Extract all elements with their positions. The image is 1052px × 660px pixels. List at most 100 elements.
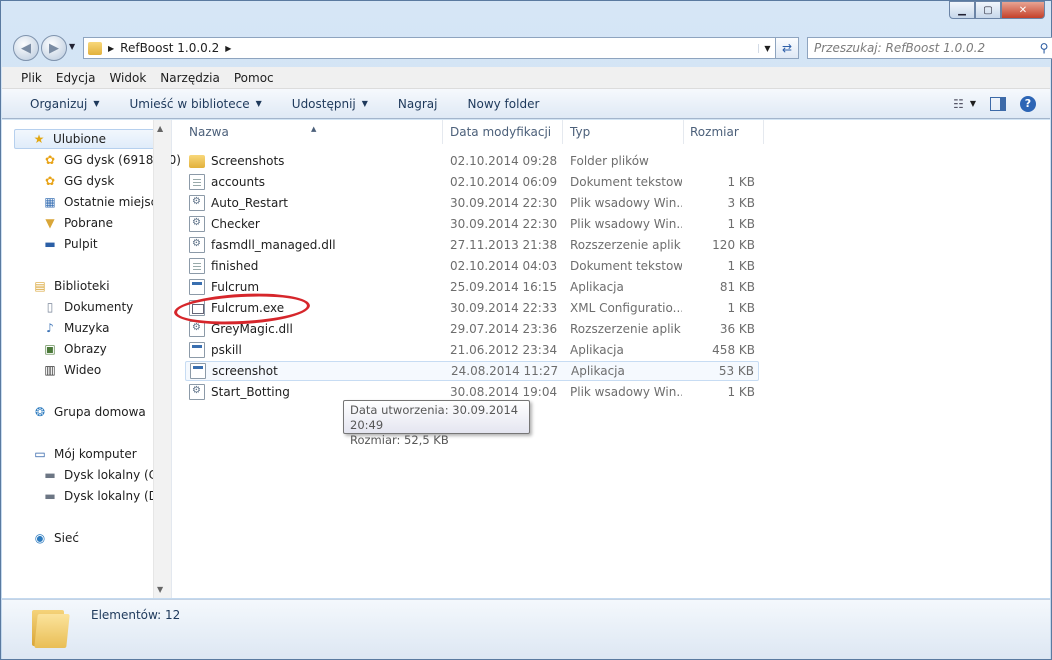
nav-music[interactable]: ♪ Muzyka	[42, 318, 109, 338]
share-label: Udostępnij	[291, 96, 356, 111]
file-type: Rozszerzenie aplik...	[570, 322, 682, 336]
nav-desktop[interactable]: ▬ Pulpit	[42, 234, 97, 254]
homegroup-icon: ❂	[34, 405, 46, 419]
nav-downloads[interactable]: ▼ Pobrane	[42, 213, 113, 233]
batch-file-icon	[189, 195, 205, 211]
file-size: 1 KB	[727, 217, 755, 231]
search-icon[interactable]: ⚲	[1034, 41, 1052, 55]
minimize-icon[interactable]: ▁	[949, 1, 975, 19]
navigation-pane: ★ Ulubione ✿ GG dysk (6918550) ✿ GG dysk…	[2, 120, 181, 598]
nav-favorites-label: Ulubione	[53, 132, 107, 146]
nav-scrollbar[interactable]: ▲ ▼	[153, 120, 171, 598]
address-bar[interactable]: ▶ RefBoost 1.0.0.2 ▶ ▼	[83, 37, 777, 59]
nav-drive-c[interactable]: ▬ Dysk lokalny (C:)	[42, 465, 165, 485]
scroll-up-icon[interactable]: ▲	[157, 124, 163, 133]
command-bar: Organizuj ▼ Umieść w bibliotece ▼ Udostępn…	[2, 89, 1050, 119]
sort-ascending-icon: ▲	[311, 125, 317, 133]
view-chevron-down-icon[interactable]: ▼	[970, 99, 976, 108]
include-in-library-button[interactable]: Umieść w bibliotece ▼	[117, 97, 273, 111]
burn-button[interactable]: Nagraj	[386, 97, 450, 111]
menu-help[interactable]: Pomoc	[227, 71, 281, 85]
file-row[interactable]: Start_Botting 30.08.2014 19:04 Plik wsadow…	[185, 382, 759, 402]
menu-tools[interactable]: Narzędzia	[153, 71, 227, 85]
menu-file[interactable]: Plik	[14, 71, 49, 85]
nav-label: Biblioteki	[54, 279, 110, 293]
tooltip-created: Data utworzenia: 30.09.2014 20:49	[350, 403, 519, 432]
file-list: ▲ Nazwa Data modyfikacji Typ Rozmiar Scr…	[173, 120, 1032, 598]
file-row[interactable]: finished 02.10.2014 04:03 Dokument tekstow…	[185, 256, 759, 276]
nav-label: Dysk lokalny (D:)	[64, 489, 167, 503]
forward-arrow-icon[interactable]: ▶	[41, 35, 67, 61]
search-placeholder: Przeszukaj: RefBoost 1.0.0.2	[814, 41, 986, 55]
nav-libraries[interactable]: ▤ Biblioteki	[32, 276, 110, 296]
breadcrumb-separator-icon[interactable]: ▶	[108, 44, 114, 53]
file-name: Auto_Restart	[211, 196, 288, 210]
nav-recent-places[interactable]: ▦ Ostatnie miejsca	[42, 192, 164, 212]
file-name-cell: Fulcrum.exe	[189, 300, 284, 316]
nav-label: Wideo	[64, 363, 102, 377]
file-row[interactable]: accounts 02.10.2014 06:09 Dokument tekstow…	[185, 172, 759, 192]
nav-homegroup[interactable]: ❂ Grupa domowa	[32, 402, 146, 422]
music-icon: ♪	[46, 321, 54, 335]
file-row[interactable]: fasmdll_managed.dll 27.11.2013 21:38 Rozsz…	[185, 235, 759, 255]
nav-label: Mój komputer	[54, 447, 137, 461]
file-row[interactable]: Fulcrum.exe 30.09.2014 22:33 XML Configura…	[185, 298, 759, 318]
history-chevron-down-icon[interactable]: ▼	[69, 42, 75, 51]
column-date-header[interactable]: Data modyfikacji	[450, 125, 551, 139]
batch-file-icon	[189, 216, 205, 232]
libraries-icon: ▤	[34, 279, 46, 293]
file-name: Checker	[211, 217, 260, 231]
file-row[interactable]: pskill 21.06.2012 23:34 Aplikacja 458 KB	[185, 340, 759, 360]
file-date: 27.11.2013 21:38	[450, 238, 558, 252]
file-type: Folder plików	[570, 154, 649, 168]
share-button[interactable]: Udostępnij ▼	[280, 97, 380, 111]
application-icon	[189, 279, 205, 295]
organize-button[interactable]: Organizuj ▼	[18, 97, 111, 111]
file-row[interactable]: GreyMagic.dll 29.07.2014 23:36 Rozszerzeni…	[185, 319, 759, 339]
view-options-icon[interactable]: ☷	[953, 97, 964, 111]
nav-computer[interactable]: ▭ Mój komputer	[32, 444, 137, 464]
nav-drive-d[interactable]: ▬ Dysk lokalny (D:)	[42, 486, 167, 506]
file-row[interactable]: Auto_Restart 30.09.2014 22:30 Plik wsadowy…	[185, 193, 759, 213]
gg-drive-icon: ✿	[44, 153, 56, 167]
file-name: Start_Botting	[211, 385, 290, 399]
preview-pane-icon[interactable]	[990, 96, 1006, 111]
column-headers: ▲ Nazwa Data modyfikacji Typ Rozmiar	[173, 120, 1032, 144]
address-chevron-down-icon[interactable]: ▼	[758, 43, 776, 53]
back-arrow-icon[interactable]: ◀	[13, 35, 39, 61]
file-name-cell: Checker	[189, 216, 260, 232]
column-type-header[interactable]: Typ	[570, 125, 590, 139]
nav-label: Dokumenty	[64, 300, 134, 314]
nav-pictures[interactable]: ▣ Obrazy	[42, 339, 106, 359]
nav-documents[interactable]: ▯ Dokumenty	[42, 297, 134, 317]
new-folder-button[interactable]: Nowy folder	[456, 97, 552, 111]
breadcrumb-current[interactable]: RefBoost 1.0.0.2	[120, 41, 219, 55]
star-icon: ★	[33, 132, 45, 146]
file-name-cell: Screenshots	[189, 154, 284, 168]
column-name-header[interactable]: Nazwa	[189, 125, 229, 139]
breadcrumb-separator-icon[interactable]: ▶	[225, 44, 231, 53]
nav-favorites[interactable]: ★ Ulubione	[14, 129, 170, 149]
help-icon[interactable]: ?	[1020, 95, 1036, 112]
file-row[interactable]: Checker 30.09.2014 22:30 Plik wsadowy Win.…	[185, 214, 759, 234]
column-size-header[interactable]: Rozmiar	[690, 125, 739, 139]
file-date: 02.10.2014 09:28	[450, 154, 558, 168]
file-row[interactable]: Fulcrum 25.09.2014 16:15 Aplikacja 81 KB	[185, 277, 759, 297]
nav-network[interactable]: ◉ Sieć	[32, 528, 79, 548]
file-row[interactable]: screenshot 24.08.2014 11:27 Aplikacja 53 KB	[185, 361, 759, 381]
scroll-down-icon[interactable]: ▼	[157, 585, 163, 594]
close-icon[interactable]: ✕	[1001, 1, 1045, 19]
maximize-icon[interactable]: ▢	[975, 1, 1001, 19]
search-input[interactable]: Przeszukaj: RefBoost 1.0.0.2 ⚲	[807, 37, 1052, 59]
file-date: 29.07.2014 23:36	[450, 322, 558, 336]
folder-icon	[88, 41, 102, 55]
file-size: 458 KB	[712, 343, 755, 357]
nav-videos[interactable]: ▥ Wideo	[42, 360, 101, 380]
refresh-icon[interactable]: ⇄	[775, 37, 799, 59]
text-file-icon	[189, 258, 205, 274]
menu-view[interactable]: Widok	[102, 71, 153, 85]
file-row[interactable]: Screenshots 02.10.2014 09:28 Folder plików	[185, 151, 759, 171]
file-name-cell: Start_Botting	[189, 384, 290, 400]
menu-edit[interactable]: Edycja	[49, 71, 103, 85]
nav-gg-drive[interactable]: ✿ GG dysk	[42, 171, 114, 191]
